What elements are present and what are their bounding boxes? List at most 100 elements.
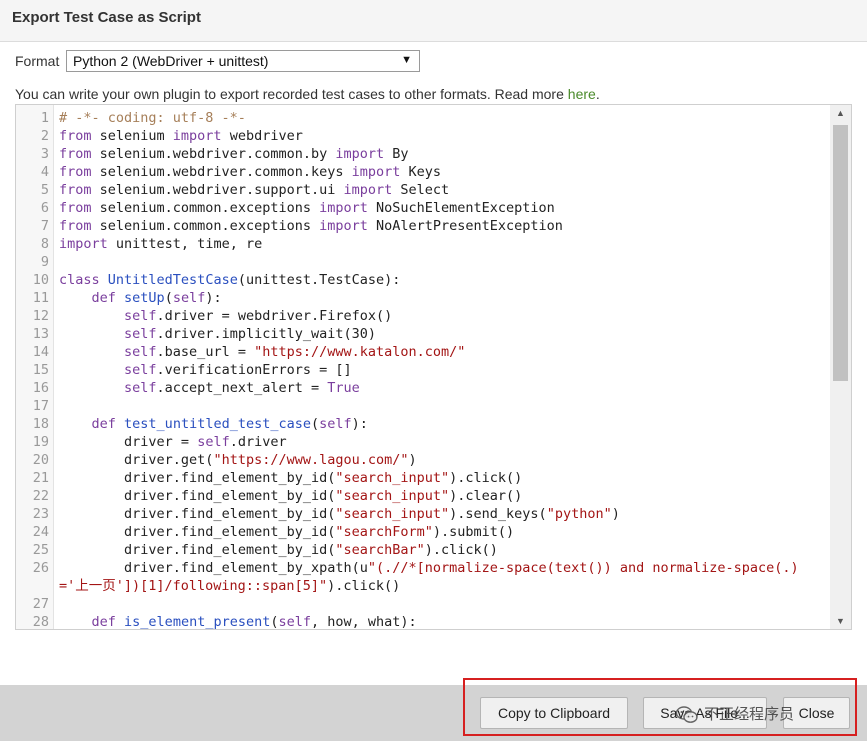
code-line: 3 from selenium.webdriver.common.by impor… bbox=[16, 145, 831, 163]
plugin-info-message: You can write your own plugin to export … bbox=[15, 86, 568, 102]
code-text: self.accept_next_alert = True bbox=[124, 380, 360, 396]
line-number: 10 bbox=[32, 272, 49, 288]
code-line: 9 bbox=[16, 253, 831, 271]
code-line: 4 from selenium.webdriver.common.keys imp… bbox=[16, 163, 831, 181]
line-number: 1 bbox=[40, 110, 49, 126]
code-line: 17 bbox=[16, 397, 831, 415]
copy-to-clipboard-button[interactable]: Copy to Clipboard bbox=[480, 697, 628, 729]
code-line: 27 bbox=[16, 595, 831, 613]
format-select[interactable]: Python 2 (WebDriver + unittest) ▼ bbox=[66, 50, 420, 72]
line-number: 16 bbox=[32, 380, 49, 396]
code-editor[interactable]: 1 # -*- coding: utf-8 -*- 2 from selenium i… bbox=[15, 104, 852, 630]
code-text: def is_element_present(self, how, what): bbox=[91, 614, 417, 630]
line-number: 5 bbox=[40, 182, 49, 198]
code-text: # -*- coding: utf-8 -*- bbox=[59, 110, 246, 126]
code-line: 13 self.driver.implicitly_wait(30) bbox=[16, 325, 831, 343]
code-line: 23 driver.find_element_by_id("search_inp… bbox=[16, 505, 831, 523]
triangle-down-icon: ▼ bbox=[401, 54, 412, 66]
code-text: import unittest, time, re bbox=[59, 236, 263, 252]
line-number: 3 bbox=[40, 146, 49, 162]
code-line: 18 def test_untitled_test_case(self): bbox=[16, 415, 831, 433]
line-number: 26 bbox=[32, 560, 49, 576]
line-number: 9 bbox=[40, 254, 49, 270]
read-more-link[interactable]: here bbox=[568, 86, 596, 102]
line-number: 28 bbox=[32, 614, 49, 630]
scrollbar-thumb[interactable] bbox=[833, 125, 848, 381]
code-text: self.driver.implicitly_wait(30) bbox=[124, 326, 376, 342]
code-line: 11 def setUp(self): bbox=[16, 289, 831, 307]
line-number: 4 bbox=[40, 164, 49, 180]
code-text: def test_untitled_test_case(self): bbox=[91, 416, 368, 432]
code-line: 6 from selenium.common.exceptions import … bbox=[16, 199, 831, 217]
line-number: 20 bbox=[32, 452, 49, 468]
code-text: from selenium.webdriver.common.by import… bbox=[59, 146, 409, 162]
plugin-info-suffix: . bbox=[595, 86, 600, 102]
code-text: driver.find_element_by_id("searchForm").… bbox=[59, 524, 515, 540]
code-text: driver.find_element_by_id("search_input"… bbox=[59, 506, 620, 522]
code-text: driver.find_element_by_id("search_input"… bbox=[59, 488, 523, 504]
line-number: 2 bbox=[40, 128, 49, 144]
code-text: from selenium.webdriver.support.ui impor… bbox=[59, 182, 450, 198]
line-number: 24 bbox=[32, 524, 49, 540]
code-line: 20 driver.get("https://www.lagou.com/") bbox=[16, 451, 831, 469]
dialog-title: Export Test Case as Script bbox=[12, 9, 201, 26]
editor-scrollbar[interactable]: ▲ ▼ bbox=[830, 105, 851, 629]
code-text: from selenium import webdriver bbox=[59, 128, 303, 144]
code-text: self.driver = webdriver.Firefox() bbox=[124, 308, 393, 324]
code-line: 2 from selenium import webdriver bbox=[16, 127, 831, 145]
code-line: 8 import unittest, time, re bbox=[16, 235, 831, 253]
line-number: 21 bbox=[32, 470, 49, 486]
format-label: Format bbox=[15, 53, 60, 69]
watermark: 不正经程序员 bbox=[675, 703, 795, 727]
line-number: 14 bbox=[32, 344, 49, 360]
line-number: 13 bbox=[32, 326, 49, 342]
code-text: class UntitledTestCase(unittest.TestCase… bbox=[59, 272, 401, 288]
wechat-icon bbox=[675, 706, 698, 724]
code-line: 25 driver.find_element_by_id("searchBar"… bbox=[16, 541, 831, 559]
code-line: 1 # -*- coding: utf-8 -*- bbox=[16, 109, 831, 127]
line-number: 27 bbox=[32, 596, 49, 612]
code-text: self.verificationErrors = [] bbox=[124, 362, 352, 378]
line-number: 8 bbox=[40, 236, 49, 252]
code-line: 7 from selenium.common.exceptions import … bbox=[16, 217, 831, 235]
line-number: 15 bbox=[32, 362, 49, 378]
line-number: 7 bbox=[40, 218, 49, 234]
code-line: 10 class UntitledTestCase(unittest.TestCa… bbox=[16, 271, 831, 289]
code-text: driver.find_element_by_id("search_input"… bbox=[59, 470, 523, 486]
code-line: 26 driver.find_element_by_xpath(u"(.//*[… bbox=[16, 559, 831, 595]
code-text: from selenium.common.exceptions import N… bbox=[59, 218, 563, 234]
code-text: def setUp(self): bbox=[91, 290, 222, 306]
line-number: 17 bbox=[32, 398, 49, 414]
code-line: 5 from selenium.webdriver.support.ui impo… bbox=[16, 181, 831, 199]
plugin-info-text: You can write your own plugin to export … bbox=[15, 86, 600, 102]
code-text: driver.get("https://www.lagou.com/") bbox=[59, 452, 417, 468]
line-number: 6 bbox=[40, 200, 49, 216]
code-line: 19 driver = self.driver bbox=[16, 433, 831, 451]
code-line: 21 driver.find_element_by_id("search_inp… bbox=[16, 469, 831, 487]
code-text: from selenium.webdriver.common.keys impo… bbox=[59, 164, 442, 180]
line-number: 25 bbox=[32, 542, 49, 558]
triangle-down-icon[interactable]: ▼ bbox=[830, 613, 851, 629]
code-text: self.base_url = "https://www.katalon.com… bbox=[124, 344, 466, 360]
line-number: 22 bbox=[32, 488, 49, 504]
code-line: 22 driver.find_element_by_id("search_inp… bbox=[16, 487, 831, 505]
line-number: 19 bbox=[32, 434, 49, 450]
code-line: 16 self.accept_next_alert = True bbox=[16, 379, 831, 397]
code-content: 1 # -*- coding: utf-8 -*- 2 from selenium i… bbox=[16, 109, 831, 630]
line-number: 18 bbox=[32, 416, 49, 432]
line-number: 11 bbox=[32, 290, 49, 306]
line-number: 12 bbox=[32, 308, 49, 324]
code-line: 28 def is_element_present(self, how, wha… bbox=[16, 613, 831, 630]
line-number: 23 bbox=[32, 506, 49, 522]
code-text: driver.find_element_by_xpath(u"(.//*[nor… bbox=[59, 560, 799, 594]
code-line: 12 self.driver = webdriver.Firefox() bbox=[16, 307, 831, 325]
format-select-value: Python 2 (WebDriver + unittest) bbox=[73, 53, 269, 69]
code-text: driver = self.driver bbox=[59, 434, 287, 450]
code-line: 15 self.verificationErrors = [] bbox=[16, 361, 831, 379]
triangle-up-icon[interactable]: ▲ bbox=[830, 105, 851, 121]
code-line: 14 self.base_url = "https://www.katalon.… bbox=[16, 343, 831, 361]
dialog-titlebar: Export Test Case as Script bbox=[0, 0, 867, 42]
watermark-text: 不正经程序员 bbox=[704, 706, 795, 723]
code-line: 24 driver.find_element_by_id("searchForm… bbox=[16, 523, 831, 541]
code-text: from selenium.common.exceptions import N… bbox=[59, 200, 555, 216]
